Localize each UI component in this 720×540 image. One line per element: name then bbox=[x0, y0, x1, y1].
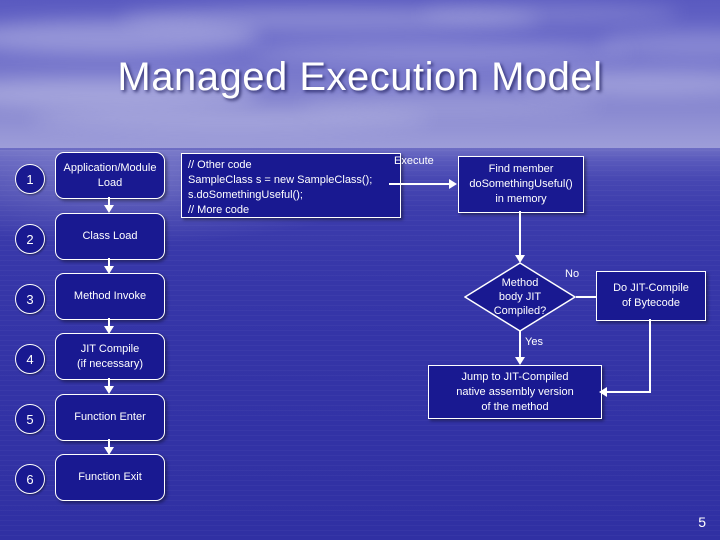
step-number-2: 2 bbox=[15, 224, 45, 254]
cloud-wisp bbox=[420, 2, 680, 24]
arrowhead-jit-compile-jump bbox=[599, 387, 607, 397]
decision-diamond[interactable]: Method body JIT Compiled? bbox=[464, 262, 576, 332]
slide-canvas: Managed Execution Model 1 2 3 4 5 6 Appl… bbox=[0, 0, 720, 540]
step-box-function-exit[interactable]: Function Exit bbox=[55, 454, 165, 501]
connector-jit-compile-down bbox=[649, 319, 651, 393]
step-number-5: 5 bbox=[15, 404, 45, 434]
arrowhead-code-find-member bbox=[449, 179, 457, 189]
step-number-2-label: 2 bbox=[26, 231, 34, 247]
connector-jit-compile-left bbox=[604, 391, 651, 393]
arrowhead-step4-step5 bbox=[104, 386, 114, 394]
step-box-jit-compile[interactable]: JIT Compile (if necessary) bbox=[55, 333, 165, 380]
step-number-1-label: 1 bbox=[26, 171, 34, 187]
connector-code-find-member bbox=[389, 183, 451, 185]
step-number-4-label: 4 bbox=[26, 351, 34, 367]
step-number-1: 1 bbox=[15, 164, 45, 194]
page-title: Managed Execution Model bbox=[117, 55, 603, 99]
arrowhead-step1-step2 bbox=[104, 205, 114, 213]
do-jit-compile-box[interactable]: Do JIT-Compile of Bytecode bbox=[596, 271, 706, 321]
page-number: 5 bbox=[698, 514, 706, 530]
step-number-6-label: 6 bbox=[26, 471, 34, 487]
step-box-function-enter[interactable]: Function Enter bbox=[55, 394, 165, 441]
connector-find-member-decision bbox=[519, 211, 521, 257]
arrowhead-step3-step4 bbox=[104, 326, 114, 334]
arrowhead-step5-step6 bbox=[104, 447, 114, 455]
code-snippet-box[interactable]: // Other code SampleClass s = new Sample… bbox=[181, 153, 401, 218]
edge-label-execute: Execute bbox=[394, 155, 434, 167]
edge-label-yes: Yes bbox=[525, 336, 543, 348]
connector-decision-jump bbox=[519, 331, 521, 359]
step-number-3: 3 bbox=[15, 284, 45, 314]
step-box-class-load[interactable]: Class Load bbox=[55, 213, 165, 260]
edge-label-no: No bbox=[565, 268, 580, 280]
step-number-5-label: 5 bbox=[26, 411, 34, 427]
step-box-method-invoke[interactable]: Method Invoke bbox=[55, 273, 165, 320]
find-member-box[interactable]: Find member doSomethingUseful() in memor… bbox=[458, 156, 584, 213]
step-box-application-module-load[interactable]: Application/Module Load bbox=[55, 152, 165, 199]
step-number-3-label: 3 bbox=[26, 291, 34, 307]
jump-to-jit-compiled-box[interactable]: Jump to JIT-Compiled native assembly ver… bbox=[428, 365, 602, 419]
step-number-4: 4 bbox=[15, 344, 45, 374]
step-number-6: 6 bbox=[15, 464, 45, 494]
arrowhead-decision-jump bbox=[515, 357, 525, 365]
arrowhead-step2-step3 bbox=[104, 266, 114, 274]
